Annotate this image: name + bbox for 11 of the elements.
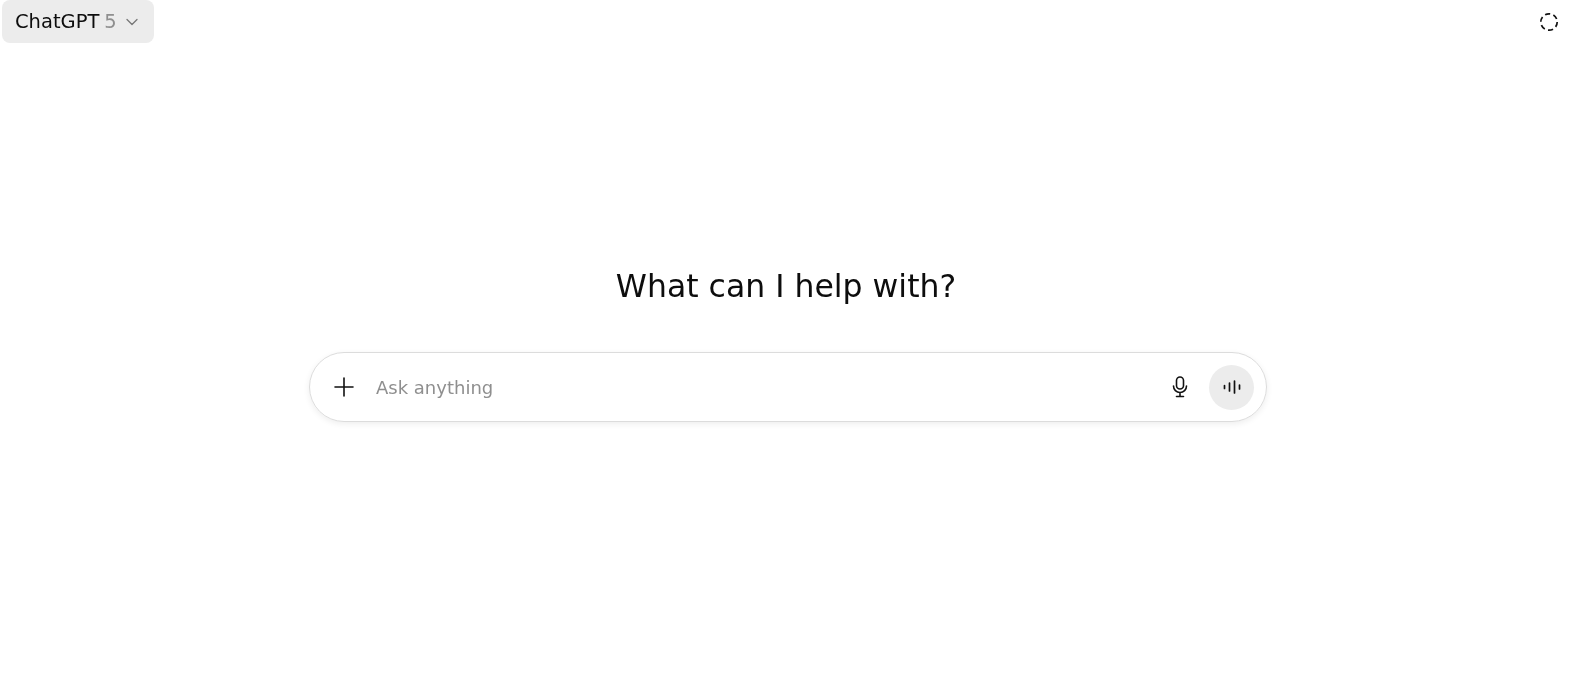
microphone-icon <box>1172 376 1188 398</box>
temporary-chat-button[interactable] <box>1538 11 1560 33</box>
caret-icon <box>125 17 138 26</box>
voice-mode-button[interactable] <box>1209 364 1254 410</box>
model-selector-button[interactable]: ChatGPT 5 <box>2 0 154 43</box>
add-button[interactable] <box>332 375 356 399</box>
plus-icon <box>334 377 354 397</box>
dashed-circle-icon <box>1539 12 1559 32</box>
welcome-heading: What can I help with? <box>615 267 957 306</box>
sound-wave-icon <box>1222 380 1241 394</box>
message-input[interactable]: Ask anything <box>376 372 1169 402</box>
